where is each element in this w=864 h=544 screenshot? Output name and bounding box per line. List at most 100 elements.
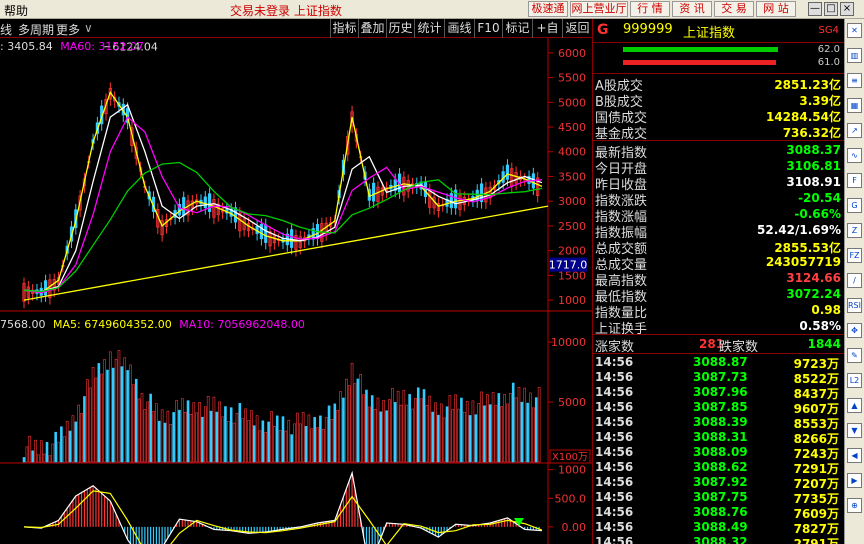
tick-price: 3087.75 [693,490,748,504]
row-value: 3088.37 [786,143,841,157]
volume-bar [215,411,219,463]
volume-bar [157,420,161,463]
ma60-legend: MA60: 3152.07 [60,40,144,53]
indicator-button[interactable]: 指标 [330,19,358,38]
quote-panel: G 999999 上证指数 SG4 62.0 61.0 A股成交 2851.23亿… [592,19,845,544]
maximize-button[interactable]: □ [824,2,838,16]
g-icon[interactable]: G [847,198,862,213]
draw-line-button[interactable]: 画线 [444,19,474,38]
turnover-row: 国债成交 14284.54亿 [595,107,841,126]
chevron-down-icon[interactable]: ∨ [84,21,93,35]
volume-bar [304,425,308,463]
price-candle [505,164,510,180]
price-candle [43,280,48,296]
quote-row: 最低指数 3072.24 [595,286,841,305]
row-value: 3072.24 [786,287,841,301]
quote-row: 指数涨跌 -20.54 [595,190,841,209]
quote-row: 指数振幅 52.42/1.69% [595,222,841,241]
x-icon[interactable]: ✕ [847,23,862,38]
pen-icon[interactable]: ✎ [847,348,862,363]
row-value: -20.54 [798,191,841,205]
tick-price: 3088.76 [693,505,748,519]
help-menu[interactable]: 帮助 [4,2,28,19]
volume-bar [106,369,109,463]
turnover-row: B股成交 3.39亿 [595,91,841,110]
down-icon[interactable]: ▼ [847,423,862,438]
price-candle [372,182,376,202]
tick-row: 14:56 3088.76 7609万 [595,505,841,521]
quotes-button[interactable]: 行 情 [630,1,670,17]
right-icon[interactable]: ▶ [847,473,862,488]
volume-bar [408,394,411,463]
volume-bar [275,415,279,463]
tick-price: 3088.31 [693,430,748,444]
stats-button[interactable]: 统计 [414,19,444,38]
bar-chart-icon[interactable]: ▥ [847,48,862,63]
volume-bar [460,397,463,463]
row-value: 0.98 [811,303,841,317]
move-icon[interactable]: ✥ [847,323,862,338]
chart-area[interactable]: 6000550050004500400035003000250020001500… [0,38,592,544]
price-axis-label: 1000 [558,294,586,307]
rsi-icon[interactable]: RSI [847,298,862,313]
tick-row: 14:56 3088.09 7243万 [595,445,841,461]
row-value: 736.32亿 [782,126,841,140]
tick-time: 14:56 [595,385,634,399]
online-hall-button[interactable]: 网上营业厅 [570,1,628,17]
trade-button[interactable]: 交 易 [714,1,754,17]
level2-icon[interactable]: L2 [847,373,862,388]
tick-time: 14:56 [595,505,634,519]
multi-period-tab[interactable]: 多周期 [18,21,54,38]
more-tab[interactable]: 更多 [56,21,80,38]
tick-time: 14:56 [595,445,634,459]
row-value: 3124.66 [786,271,841,285]
list-icon[interactable]: ≡ [847,73,862,88]
volume-bar [172,412,175,463]
price-candle [259,224,264,240]
volume-bar [290,434,293,463]
volume-bar [385,410,388,463]
add-watchlist-button[interactable]: +自选 [532,19,562,54]
back-button[interactable]: 返回 [562,19,592,38]
period-label[interactable]: 线 [0,21,12,38]
history-button[interactable]: 历史 [386,19,414,38]
trend-icon[interactable]: ∿ [847,148,862,163]
tick-row: 14:56 3088.87 9723万 [595,355,841,371]
website-button[interactable]: 网 站 [756,1,796,17]
tick-time: 14:56 [595,535,634,544]
fz-icon[interactable]: FZ [847,248,862,263]
minimize-button[interactable]: — [808,2,822,16]
icon-toolbar: ✕ ▥ ≡ ▦ ↗ ∿ F G Z FZ / RSI ✥ ✎ L2 ▲ ▼ ◀ ▶ ⊕ [844,19,864,544]
left-icon[interactable]: ◀ [847,448,862,463]
quote-row: 总成交额 2855.53亿 [595,238,841,257]
volume-bar [267,421,270,463]
volume-legend-value: 7568.00 [0,318,46,331]
price-candle [182,197,186,216]
speed-button[interactable]: 极速通 [528,1,568,17]
quote-row: 指数量比 0.98 [595,302,841,321]
news-button[interactable]: 资 讯 [672,1,712,17]
chart-toolbar: 线 多周期 更多 ∨ 指标 叠加 历史 统计 画线 F10 标记 +自选 返回 [0,19,592,54]
volume-bar [431,411,434,463]
volume-bar [319,415,322,463]
line-icon[interactable]: / [847,273,862,288]
volume-bar [422,389,426,463]
menu-bar: 帮助 交易未登录 上证指数 极速通 网上营业厅 行 情 资 讯 交 易 网 站 … [0,0,864,19]
zoom-icon[interactable]: ⊕ [847,498,862,513]
tick-price: 3087.85 [693,400,748,414]
quote-row: 最高指数 3124.66 [595,270,841,289]
tick-time: 14:56 [595,520,634,534]
mark-button[interactable]: 标记 [502,19,532,38]
volume-bar [379,411,383,463]
trend-up-icon[interactable]: ↗ [847,123,862,138]
f-icon[interactable]: F [847,173,862,188]
up-icon[interactable]: ▲ [847,398,862,413]
z-icon[interactable]: Z [847,223,862,238]
grid-icon[interactable]: ▦ [847,98,862,113]
tick-row: 14:56 3088.62 7291万 [595,460,841,476]
volume-bar [178,409,181,463]
f10-button[interactable]: F10 [474,19,502,38]
volume-bar [22,457,26,463]
close-button[interactable]: × [840,2,854,16]
overlay-button[interactable]: 叠加 [358,19,386,38]
